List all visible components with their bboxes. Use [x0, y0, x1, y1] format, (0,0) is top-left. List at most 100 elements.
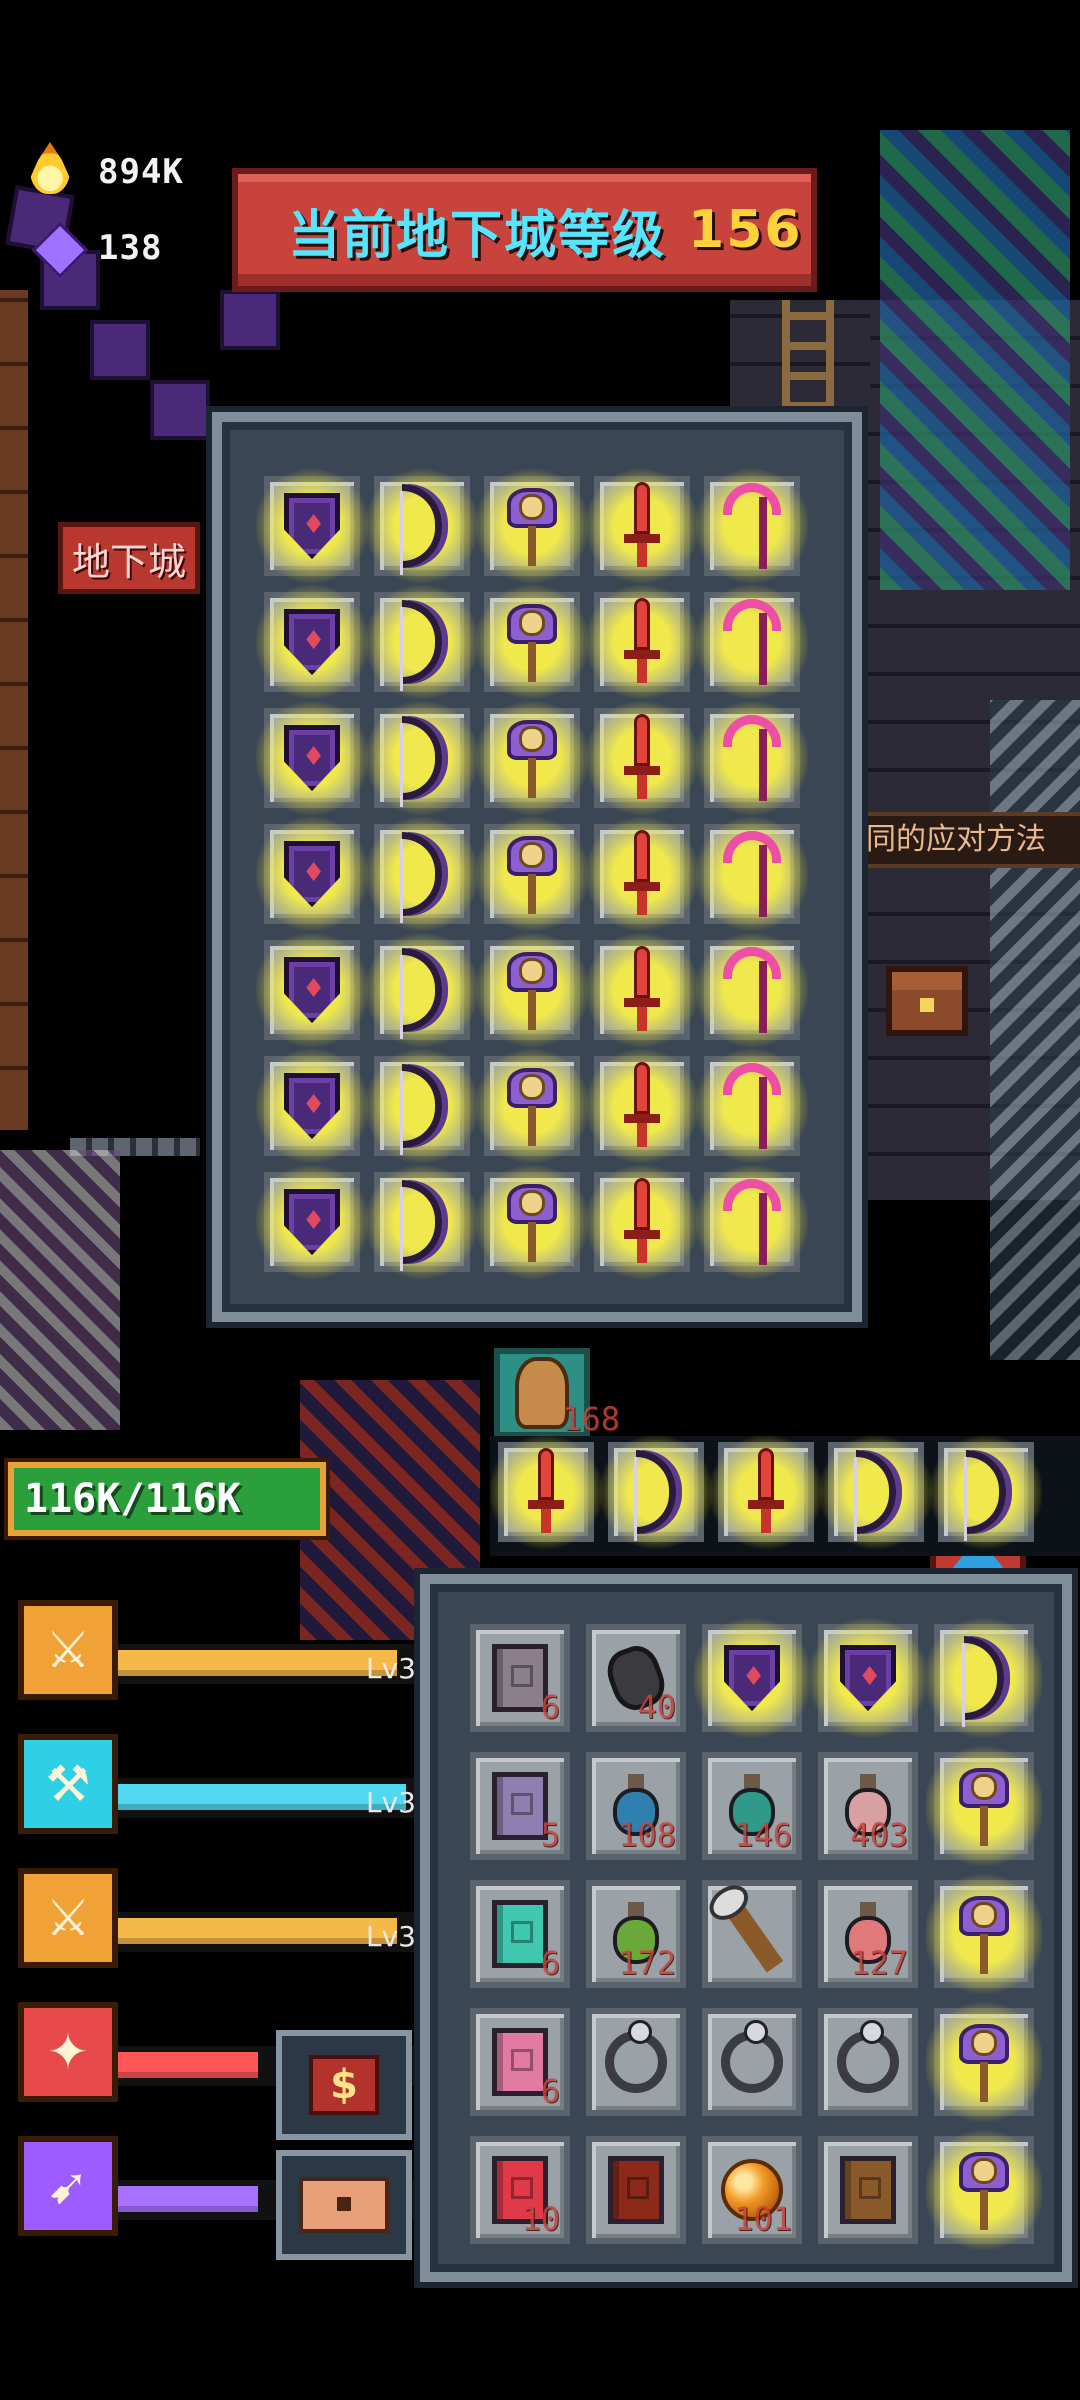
enemy-shield-swarm[interactable]: [150, 380, 210, 440]
loot-swarm-right[interactable]: [880, 130, 1070, 590]
triple-arrow-skill-icon[interactable]: ➹: [18, 2136, 118, 2236]
equipment-slot[interactable]: [476, 816, 588, 932]
equipment-slot[interactable]: [366, 1164, 478, 1280]
dagger-icon: [624, 598, 660, 686]
equipment-slot[interactable]: [586, 584, 698, 700]
equipment-slot[interactable]: [256, 1164, 368, 1280]
equipment-slot[interactable]: [696, 468, 808, 584]
bag-slot[interactable]: 146: [702, 1752, 802, 1860]
bag-slot[interactable]: [926, 1872, 1042, 1996]
mace-skill[interactable]: ⚒ Lv3: [18, 1734, 428, 1836]
spell-book-icon: [492, 1644, 548, 1712]
equipment-slot[interactable]: [586, 700, 698, 816]
quick-bar-slot[interactable]: [600, 1434, 712, 1550]
equipment-slot[interactable]: [696, 700, 808, 816]
dual-axes-skill[interactable]: ⚔ Lv3: [18, 1868, 428, 1970]
equipment-slot[interactable]: [476, 700, 588, 816]
quick-bar-slot[interactable]: [930, 1434, 1042, 1550]
equipment-slot[interactable]: [256, 468, 368, 584]
bag-slot[interactable]: [926, 1744, 1042, 1868]
equipment-slot[interactable]: [256, 932, 368, 1048]
equipment-slot[interactable]: [476, 584, 588, 700]
enemy-shield-swarm[interactable]: [220, 290, 280, 350]
dual-axes-skill-icon[interactable]: ⚔: [18, 1868, 118, 1968]
bag-slot[interactable]: [926, 2128, 1042, 2252]
skill-progress-fill: [118, 1650, 397, 1676]
bag-slot[interactable]: 6: [470, 2008, 570, 2116]
equipment-slot[interactable]: [696, 932, 808, 1048]
spell-book-icon: [840, 2156, 896, 2224]
bag-slot[interactable]: 6: [470, 1880, 570, 1988]
equipment-slot[interactable]: [476, 1164, 588, 1280]
skull-axe-icon: [497, 484, 567, 568]
bag-slot[interactable]: 172: [586, 1880, 686, 1988]
bag-slot[interactable]: [702, 2008, 802, 2116]
bag-slot[interactable]: [818, 2008, 918, 2116]
item-count: 146: [734, 1816, 792, 1854]
quick-item-slot[interactable]: 168: [494, 1348, 620, 1438]
equipment-slot[interactable]: [256, 1048, 368, 1164]
bag-slot[interactable]: [926, 2000, 1042, 2124]
equipment-slot[interactable]: [586, 468, 698, 584]
equipment-slot[interactable]: [366, 932, 478, 1048]
equipment-slot[interactable]: [696, 816, 808, 932]
equipment-slot[interactable]: [366, 468, 478, 584]
crossed-swords-skill[interactable]: ⚔ Lv3: [18, 1600, 428, 1702]
bag-slot[interactable]: [810, 1616, 926, 1740]
bag-slot[interactable]: 10: [470, 2136, 570, 2244]
scythe-icon: [723, 1179, 781, 1265]
bag-slot[interactable]: [586, 2136, 686, 2244]
equipment-slot[interactable]: [476, 1048, 588, 1164]
bag-button[interactable]: [276, 2150, 412, 2260]
equipment-slot[interactable]: [586, 1048, 698, 1164]
shield-icon: [284, 1189, 340, 1255]
equipment-slot[interactable]: [366, 700, 478, 816]
bag-slot[interactable]: 101: [702, 2136, 802, 2244]
equipment-slot[interactable]: [256, 584, 368, 700]
equipment-slot[interactable]: [696, 1048, 808, 1164]
bag-slot[interactable]: 6: [470, 1624, 570, 1732]
crossed-swords-skill-icon[interactable]: ⚔: [18, 1600, 118, 1700]
equipment-slot[interactable]: [366, 816, 478, 932]
equipment-slot[interactable]: [256, 816, 368, 932]
loot-swarm-left[interactable]: [0, 1150, 120, 1430]
bow-icon: [400, 1064, 442, 1155]
equipment-slot[interactable]: [586, 1164, 698, 1280]
skill-progress-fill: [118, 1918, 397, 1944]
bag-slot[interactable]: 5: [470, 1752, 570, 1860]
bag-slot[interactable]: [926, 1616, 1042, 1740]
bag-slot[interactable]: 108: [586, 1752, 686, 1860]
enemy-shield-swarm[interactable]: [90, 320, 150, 380]
equipment-slot[interactable]: [696, 1164, 808, 1280]
bag-slot[interactable]: [818, 2136, 918, 2244]
mace-skill-icon[interactable]: ⚒: [18, 1734, 118, 1834]
fire-staff-skill-icon[interactable]: ✦: [18, 2002, 118, 2102]
item-count: 6: [540, 1944, 560, 1982]
equipment-slot[interactable]: [366, 584, 478, 700]
bag-slot[interactable]: [702, 1880, 802, 1988]
skull-axe-icon: [949, 1892, 1019, 1976]
equipment-slot[interactable]: [366, 1048, 478, 1164]
skill-level: Lv3: [366, 1786, 416, 1819]
equipment-slot[interactable]: [696, 584, 808, 700]
bag-slot[interactable]: 403: [818, 1752, 918, 1860]
quick-bar-slot[interactable]: [710, 1434, 822, 1550]
bag-slot[interactable]: 40: [586, 1624, 686, 1732]
bag-slot[interactable]: 127: [818, 1880, 918, 1988]
equipment-slot[interactable]: [256, 700, 368, 816]
treasure-chest-icon[interactable]: [886, 966, 968, 1036]
dungeon-button[interactable]: 地下城: [58, 522, 200, 594]
equipment-slot[interactable]: [476, 932, 588, 1048]
skill-progress-fill: [118, 2186, 258, 2212]
bag-slot[interactable]: [586, 2008, 686, 2116]
equipment-slot[interactable]: [476, 468, 588, 584]
quick-bar-slot[interactable]: [820, 1434, 932, 1550]
bag-slot[interactable]: [694, 1616, 810, 1740]
equipment-slot[interactable]: [586, 932, 698, 1048]
scythe-icon: [723, 483, 781, 569]
dagger-icon: [624, 714, 660, 802]
shop-button[interactable]: $: [276, 2030, 412, 2140]
equipment-slot[interactable]: [586, 816, 698, 932]
loot-swarm-right-lower[interactable]: [990, 700, 1080, 1360]
quick-bar-slot[interactable]: [490, 1434, 602, 1550]
